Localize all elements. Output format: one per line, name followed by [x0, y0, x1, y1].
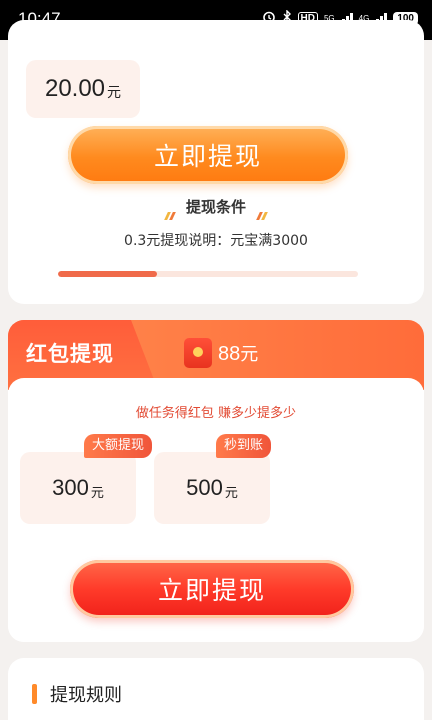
decoration-right-icon — [256, 206, 269, 220]
red-packet-tagline: 做任务得红包 赚多少提多少 — [135, 406, 297, 421]
red-envelope-icon — [184, 338, 212, 368]
balance-value: 88 — [218, 343, 241, 365]
option-badge: 秒到账 — [216, 434, 272, 458]
condition-description: 0.3元提现说明：元宝满3000 — [124, 233, 308, 249]
rules-accent-bar — [32, 684, 37, 704]
withdraw-option-300[interactable]: 300 元 — [20, 452, 136, 524]
withdraw-button-primary[interactable]: 立即提现 — [68, 126, 348, 184]
rules-title: 提现规则 — [50, 685, 122, 706]
amount-value: 20.00 — [44, 75, 106, 102]
progress-fill — [58, 271, 157, 277]
amount-tile[interactable]: 20.00 元 — [26, 60, 140, 118]
red-packet-body: 做任务得红包 赚多少提多少 300 元 大额提现 500 元 秒到账 立即提现 — [8, 378, 424, 642]
option-unit: 元 — [90, 485, 104, 501]
option-unit: 元 — [224, 485, 238, 501]
balance-unit: 元 — [240, 344, 259, 365]
option-value: 500 — [186, 475, 223, 500]
withdraw-option-500[interactable]: 500 元 — [154, 452, 270, 524]
red-packet-balance: 88元 — [218, 340, 258, 366]
withdraw-button-red-packet[interactable]: 立即提现 — [70, 560, 354, 618]
rules-section: 提现规则 — [8, 658, 424, 720]
red-packet-title: 红包提现 — [26, 342, 114, 366]
option-value: 300 — [52, 475, 89, 500]
condition-title-row: 提现条件 — [0, 196, 432, 220]
option-badge: 大额提现 — [84, 434, 153, 458]
decoration-left-icon — [163, 206, 176, 220]
amount-unit: 元 — [107, 85, 122, 101]
condition-title: 提现条件 — [185, 198, 246, 216]
red-packet-section: 红包提现 88元 做任务得红包 赚多少提多少 300 元 大额提现 500 元 … — [8, 320, 424, 642]
progress-bar — [58, 271, 358, 277]
